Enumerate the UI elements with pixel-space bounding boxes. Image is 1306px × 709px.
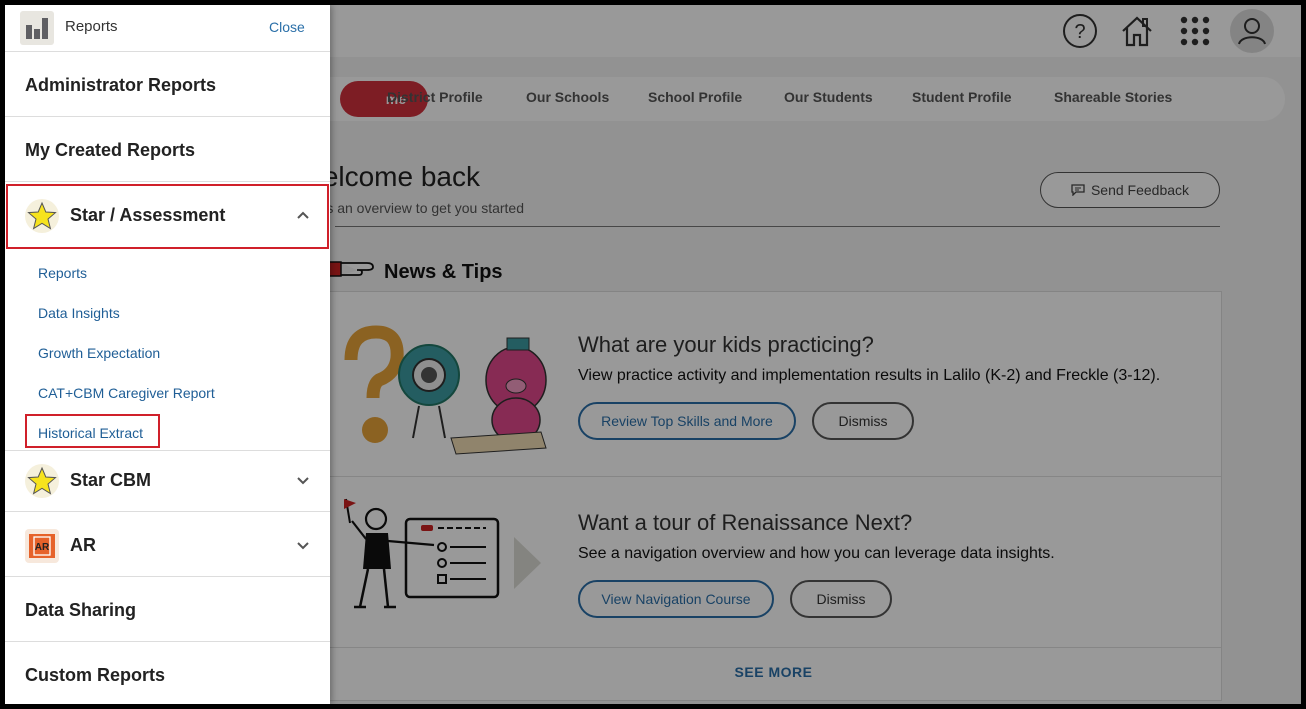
section-label: Custom Reports bbox=[25, 665, 166, 685]
section-label: Data Sharing bbox=[25, 600, 137, 620]
section-label: My Created Reports bbox=[25, 140, 196, 160]
subitem-growth-expectation[interactable]: Growth Expectation bbox=[38, 345, 160, 361]
section-label: Administrator Reports bbox=[25, 75, 217, 95]
section-custom-reports[interactable]: Custom Reports bbox=[5, 643, 330, 704]
section-label: Star CBM bbox=[70, 470, 152, 490]
subitem-caregiver-report[interactable]: CAT+CBM Caregiver Report bbox=[38, 385, 215, 401]
section-administrator-reports[interactable]: Administrator Reports bbox=[5, 53, 330, 117]
window: ? me District Profile Our Schools School… bbox=[5, 5, 1301, 704]
svg-text:AR: AR bbox=[35, 542, 50, 553]
reports-icon bbox=[20, 11, 54, 45]
drawer-title: Reports bbox=[65, 18, 118, 35]
close-button[interactable]: Close bbox=[269, 19, 305, 35]
reports-drawer: Reports Close Administrator Reports My C… bbox=[5, 5, 330, 704]
ar-icon: AR bbox=[25, 529, 59, 563]
star-icon bbox=[25, 464, 59, 498]
highlight-box bbox=[6, 184, 329, 249]
section-ar[interactable]: AR AR bbox=[5, 513, 330, 577]
drawer-header: Reports Close bbox=[5, 5, 330, 52]
section-star-assessment: Star / Assessment Reports Data Insights … bbox=[5, 183, 330, 451]
highlight-box bbox=[25, 414, 160, 448]
section-my-created-reports[interactable]: My Created Reports bbox=[5, 118, 330, 182]
chevron-down-icon bbox=[297, 542, 309, 550]
section-star-cbm[interactable]: Star CBM bbox=[5, 448, 330, 512]
subitem-reports[interactable]: Reports bbox=[38, 265, 87, 281]
subitem-data-insights[interactable]: Data Insights bbox=[38, 305, 120, 321]
section-label: AR bbox=[70, 535, 96, 555]
section-data-sharing[interactable]: Data Sharing bbox=[5, 578, 330, 642]
chevron-down-icon bbox=[297, 477, 309, 485]
